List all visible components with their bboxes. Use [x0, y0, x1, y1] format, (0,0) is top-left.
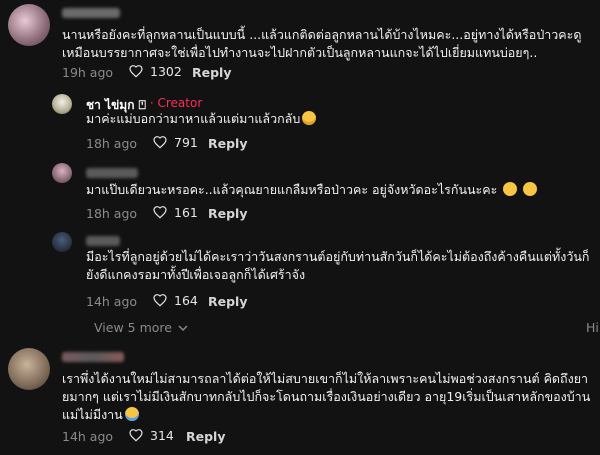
comment-time: 14h ago [86, 294, 138, 309]
comment-text: มาค่ะแม่บอกว่ามาหาแล้วแต่มาแล้วกลับ [86, 110, 317, 128]
like-count: 314 [150, 427, 174, 443]
like-button[interactable]: 161 [152, 204, 198, 220]
heart-outline-icon [153, 294, 167, 307]
comment-text: เราพึ่งได้งานใหม่ไม่สามารถลาได้ต่อให้ไม่… [62, 371, 591, 422]
username-blurred[interactable] [62, 8, 120, 18]
crying-face-emoji-icon [124, 407, 139, 421]
comment-time: 14h ago [62, 429, 114, 444]
avatar[interactable] [8, 4, 50, 46]
like-count: 161 [174, 204, 198, 220]
view-more-label: View 5 more [94, 320, 172, 335]
heart-outline-icon [153, 206, 167, 219]
like-button[interactable]: 791 [152, 134, 198, 150]
comment-text: นานหรือยังคะที่ลูกหลานเป็นแบบนี้ ...แล้ว… [62, 27, 582, 60]
username-blurred[interactable] [86, 168, 138, 178]
reply-button[interactable]: Reply [186, 429, 225, 444]
like-count: 791 [174, 134, 198, 150]
comment-text: มีอะไรที่ลูกอยู่ด้วยไม่ได้คะเราว่าวันสงก… [86, 249, 590, 282]
like-count: 164 [174, 292, 198, 308]
view-more-replies-button[interactable]: View 5 more [94, 320, 188, 335]
sad-face-emoji-icon [302, 111, 317, 125]
reply-button[interactable]: Reply [192, 65, 231, 80]
comment-time: 19h ago [62, 65, 114, 80]
reply-button[interactable]: Reply [208, 206, 247, 221]
comment-text: มาแป๊บเดียวนะหรอคะ..แล้วคุณยายแกลืมหรือป… [86, 181, 586, 199]
like-button[interactable]: 164 [152, 292, 198, 308]
like-button[interactable]: 1302 [128, 63, 182, 79]
avatar[interactable] [52, 163, 72, 183]
username-blurred[interactable] [62, 352, 124, 362]
heart-outline-icon [129, 65, 143, 78]
chevron-down-icon [178, 324, 188, 331]
smile-emoji-icon [523, 182, 538, 196]
username-blurred[interactable] [86, 236, 120, 246]
reply-button[interactable]: Reply [208, 294, 247, 309]
creator-avatar[interactable] [52, 94, 72, 114]
avatar[interactable] [8, 348, 50, 390]
hide-replies-button[interactable]: Hi [586, 320, 599, 335]
avatar[interactable] [52, 232, 72, 252]
heart-outline-icon [129, 429, 143, 442]
comment-time: 18h ago [86, 136, 138, 151]
comment-time: 18h ago [86, 206, 138, 221]
heart-outline-icon [153, 136, 167, 149]
like-count: 1302 [150, 63, 182, 79]
reply-button[interactable]: Reply [208, 136, 247, 151]
smile-emoji-icon [503, 182, 518, 196]
like-button[interactable]: 314 [128, 427, 174, 443]
